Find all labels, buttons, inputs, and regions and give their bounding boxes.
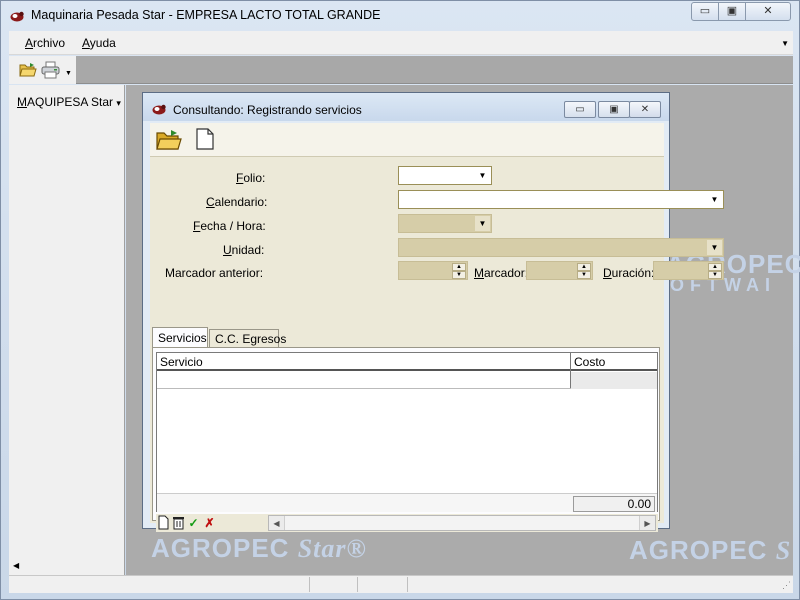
dialog-close-button[interactable]: ✕ bbox=[629, 101, 661, 118]
unidad-combobox[interactable]: ▼ bbox=[398, 238, 724, 257]
horizontal-scrollbar[interactable]: ◀ ▶ bbox=[268, 515, 656, 531]
calendario-combobox[interactable]: ▼ bbox=[398, 190, 724, 209]
minimize-button[interactable]: ▭ bbox=[691, 2, 719, 21]
tab-servicios[interactable]: Servicios bbox=[152, 327, 208, 348]
print-dropdown-icon[interactable]: ▼ bbox=[65, 70, 72, 77]
dialog-maximize-button[interactable]: ▣ bbox=[598, 101, 630, 118]
menu-ayuda[interactable]: Ayuda bbox=[82, 36, 116, 50]
menu-archivo[interactable]: Archivo bbox=[25, 36, 65, 50]
minimize-icon: ▭ bbox=[575, 104, 585, 115]
print-icon[interactable] bbox=[41, 61, 61, 79]
cancel-x-icon[interactable]: ✗ bbox=[202, 515, 217, 530]
folio-label: Folio: bbox=[236, 171, 266, 185]
dialog-toolbar bbox=[150, 123, 664, 157]
new-document-icon[interactable] bbox=[196, 128, 214, 150]
grid-navigator: ✓ ✗ ◀ ▶ bbox=[156, 514, 658, 532]
dialog-title: Consultando: Registrando servicios bbox=[173, 103, 362, 117]
grid-header: Servicio Costo bbox=[157, 353, 657, 371]
marcador-anterior-spinner[interactable]: ▲ ▼ bbox=[398, 261, 468, 280]
total-costo: 0.00 bbox=[573, 496, 655, 512]
main-titlebar[interactable]: Maquinaria Pesada Star - EMPRESA LACTO T… bbox=[1, 1, 799, 31]
spin-down-icon[interactable]: ▼ bbox=[577, 271, 591, 279]
toolbar: ▼ bbox=[9, 56, 793, 84]
minimize-icon: ▭ bbox=[699, 5, 711, 17]
tab-page-servicios: Servicio Costo 0.00 ✓ ✗ ◀ ▶ bbox=[152, 347, 660, 532]
new-record-icon[interactable] bbox=[156, 515, 171, 530]
marcador-label: Marcador: bbox=[474, 266, 529, 280]
menu-overflow-icon[interactable]: ▼ bbox=[781, 39, 789, 48]
toolbar-empty-area bbox=[76, 56, 793, 84]
close-button[interactable]: ✕ bbox=[745, 2, 791, 21]
dialog-titlebar[interactable]: Consultando: Registrando servicios ▭ ▣ ✕ bbox=[143, 93, 669, 121]
spin-up-icon[interactable]: ▲ bbox=[708, 263, 722, 271]
open-folder-icon[interactable] bbox=[156, 129, 182, 151]
dialog-body: Folio: ▼ Calendario: ▼ Fecha / Hora: ▼ U… bbox=[150, 123, 724, 532]
open-folder-icon[interactable] bbox=[19, 62, 37, 78]
status-separator bbox=[357, 577, 358, 592]
resize-grip-icon[interactable]: ⋰ bbox=[782, 580, 791, 591]
menubar: Archivo Ayuda ▼ bbox=[9, 31, 793, 55]
folio-combobox[interactable]: ▼ bbox=[398, 166, 492, 185]
grid-cell-costo[interactable] bbox=[571, 372, 657, 389]
delete-record-icon[interactable] bbox=[171, 515, 186, 530]
cow-icon bbox=[10, 11, 24, 22]
watermark-logo: AGROPEC S bbox=[629, 535, 792, 565]
status-separator bbox=[407, 577, 408, 592]
sidepanel: MAQUIPESA Star ▾ ◀ bbox=[9, 85, 125, 575]
grid-footer: 0.00 bbox=[157, 493, 657, 512]
duracion-label: Duración: bbox=[603, 266, 655, 280]
scroll-right-icon[interactable]: ▶ bbox=[639, 516, 655, 530]
chevron-down-icon[interactable]: ▼ bbox=[475, 216, 490, 231]
left-arrow-icon[interactable]: ◀ bbox=[13, 561, 19, 570]
unidad-label: Unidad: bbox=[223, 243, 265, 257]
chevron-down-icon[interactable]: ▼ bbox=[707, 192, 722, 207]
marcador-spinner[interactable]: ▲ ▼ bbox=[526, 261, 593, 280]
cow-icon bbox=[152, 104, 166, 115]
maximize-button[interactable]: ▣ bbox=[718, 2, 746, 21]
maximize-icon: ▣ bbox=[609, 104, 619, 115]
spin-down-icon[interactable]: ▼ bbox=[708, 271, 722, 279]
dialog-minimize-button[interactable]: ▭ bbox=[564, 101, 596, 118]
maximize-icon: ▣ bbox=[726, 5, 738, 17]
confirm-check-icon[interactable]: ✓ bbox=[186, 515, 201, 530]
close-icon: ✕ bbox=[640, 104, 650, 115]
column-header-servicio[interactable]: Servicio bbox=[160, 355, 203, 369]
servicios-grid[interactable]: Servicio Costo 0.00 bbox=[156, 352, 658, 512]
fecha-hora-label: Fecha / Hora: bbox=[193, 219, 266, 233]
statusbar: ⋰ bbox=[9, 575, 793, 593]
status-separator bbox=[309, 577, 310, 592]
fecha-hora-picker[interactable]: ▼ bbox=[398, 214, 492, 233]
calendario-label: Calendario: bbox=[206, 195, 268, 209]
spin-down-icon[interactable]: ▼ bbox=[452, 271, 466, 279]
dialog-registrando-servicios: Consultando: Registrando servicios ▭ ▣ ✕… bbox=[142, 92, 724, 532]
spin-up-icon[interactable]: ▲ bbox=[577, 263, 591, 271]
tab-cc-egresos[interactable]: C.C. Egresos bbox=[209, 329, 286, 347]
spin-up-icon[interactable]: ▲ bbox=[452, 263, 466, 271]
sidepanel-menu-maquipesa[interactable]: MAQUIPESA Star ▾ bbox=[17, 95, 121, 109]
duracion-spinner[interactable]: ▲ ▼ bbox=[653, 261, 724, 280]
scroll-left-icon[interactable]: ◀ bbox=[269, 516, 285, 530]
close-icon: ✕ bbox=[763, 5, 773, 17]
chevron-down-icon[interactable]: ▼ bbox=[707, 240, 722, 255]
watermark-logo: AGROPEC Star® bbox=[151, 533, 367, 563]
marcador-anterior-label: Marcador anterior: bbox=[165, 266, 264, 280]
column-header-costo[interactable]: Costo bbox=[574, 355, 605, 369]
chevron-down-icon[interactable]: ▼ bbox=[475, 168, 490, 183]
window-title: Maquinaria Pesada Star - EMPRESA LACTO T… bbox=[31, 8, 381, 22]
